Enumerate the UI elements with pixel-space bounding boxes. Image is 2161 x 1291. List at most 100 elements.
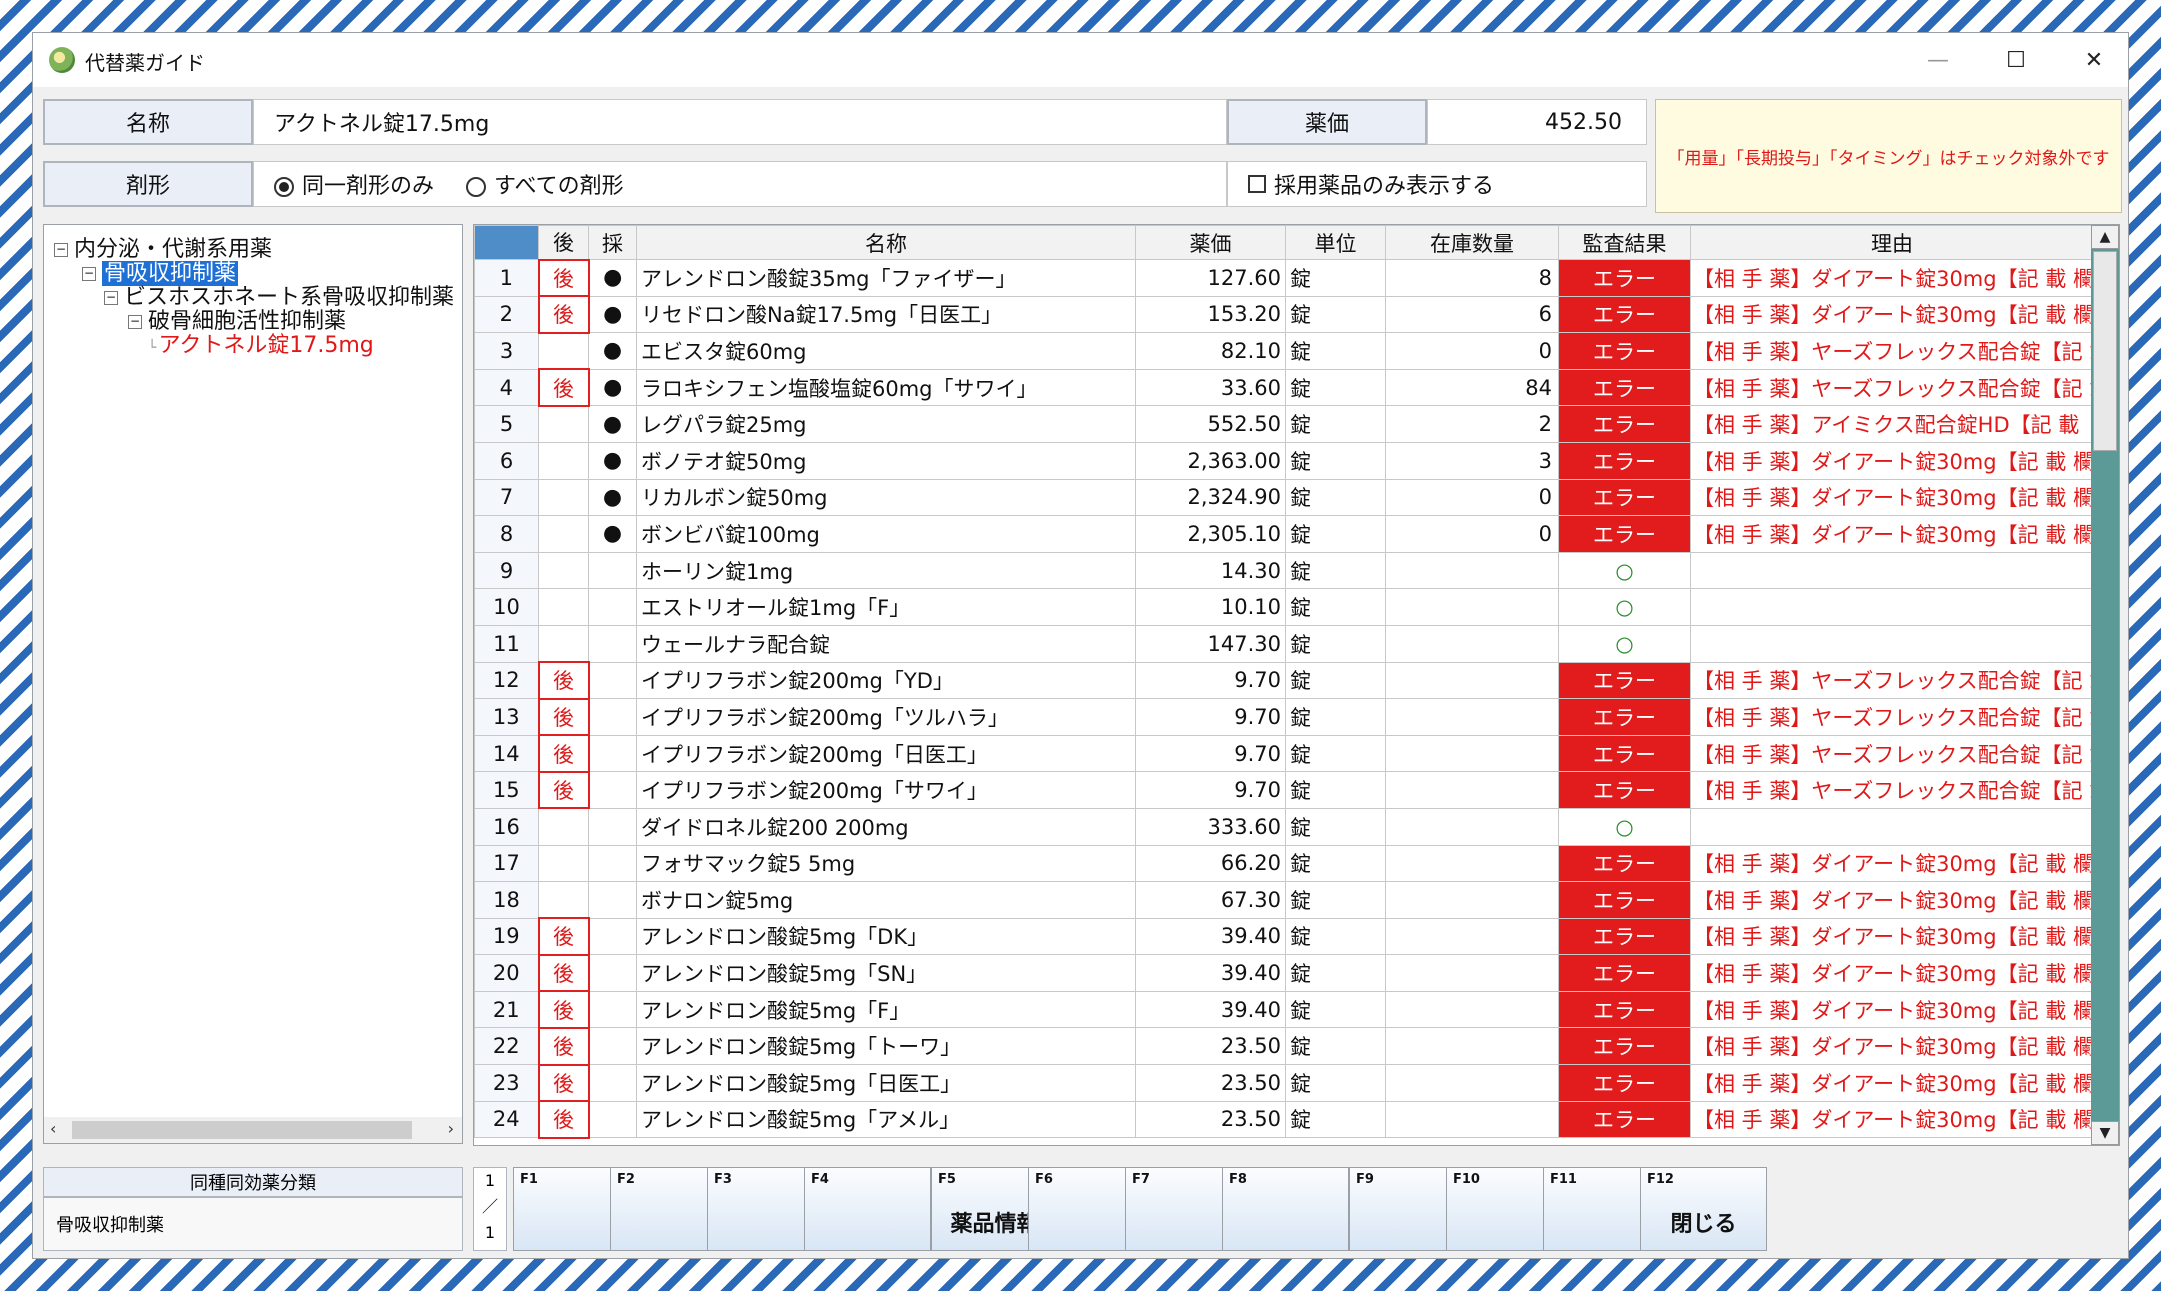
function-key-code: F4 <box>811 1172 829 1187</box>
audit-result: エラー <box>1558 661 1691 700</box>
scroll-left-icon[interactable]: ‹ <box>50 1119 56 1138</box>
tree-node[interactable]: └アクトネル錠17.5mg <box>148 327 374 359</box>
audit-reason: 【相 手 薬】ダイアート錠30mg【記 載 欄】 <box>1690 1064 2094 1102</box>
collapse-icon[interactable]: − <box>54 243 68 257</box>
table-row[interactable]: 11 ウェールナラ配合錠 147.30 錠 ○ <box>474 624 2094 663</box>
row-number: 11 <box>474 624 539 663</box>
function-key-f12[interactable]: F12 閉じる <box>1640 1167 1767 1251</box>
collapse-icon[interactable]: − <box>82 267 96 281</box>
column-header[interactable]: 採 <box>588 225 637 260</box>
checkbox-label: 採用薬品のみ表示する <box>1274 174 1495 199</box>
adopted-mark: ● <box>588 295 637 334</box>
audit-reason: 【相 手 薬】アイミクス配合錠HD【記 載 <box>1690 405 2094 443</box>
table-row[interactable]: 4 後 ● ラロキシフェン塩酸塩錠60mg「サワイ」 33.60 錠 84 エラー 【相 手 薬… <box>474 368 2094 407</box>
drug-unit: 錠 <box>1285 624 1386 663</box>
scroll-down-icon[interactable]: ▼ <box>2091 1121 2119 1145</box>
adopted-mark <box>588 807 637 846</box>
table-row[interactable]: 20 後 アレンドロン酸錠5mg「SN」 39.40 錠 エラー 【相 手 薬】ダイアート錠… <box>474 953 2094 993</box>
collapse-icon[interactable]: − <box>128 315 142 329</box>
scroll-up-icon[interactable]: ▲ <box>2091 225 2119 249</box>
drug-name: アレンドロン酸錠5mg「SN」 <box>636 954 1136 992</box>
row-number: 5 <box>474 405 539 443</box>
category-value: 骨吸収抑制薬 <box>43 1197 463 1251</box>
table-row[interactable]: 19 後 アレンドロン酸錠5mg「DK」 39.40 錠 エラー 【相 手 薬】ダイアート錠… <box>474 917 2094 956</box>
generic-mark <box>538 405 589 443</box>
table-row[interactable]: 13 後 イプリフラボン錠200mg「ツルハラ」 9.70 錠 エラー 【相 手 薬】ヤーズ… <box>474 697 2094 737</box>
adopted-mark <box>588 844 637 883</box>
drug-price: 39.40 <box>1135 917 1286 956</box>
drug-name: イプリフラボン錠200mg「YD」 <box>636 661 1136 700</box>
category-tree: − 内分泌・代謝系用薬 − 骨吸収抑制薬 − ビスホスホネート系骨吸収抑制薬 − 破骨細胞活性… <box>43 224 463 1144</box>
column-header[interactable]: 単位 <box>1285 225 1386 260</box>
collapse-icon[interactable]: − <box>104 291 118 305</box>
table-row[interactable]: 3 ● エビスタ錠60mg 82.10 錠 0 エラー 【相 手 薬】ヤーズフレックス配合錠【… <box>474 332 2094 370</box>
table-row[interactable]: 15 後 イプリフラボン錠200mg「サワイ」 9.70 錠 エラー 【相 手 薬】ヤーズフ… <box>474 770 2094 810</box>
table-row[interactable]: 16 ダイドロネル錠200 200mg 333.60 錠 ○ <box>474 807 2094 846</box>
adopted-mark <box>588 954 637 992</box>
adopted-mark: ● <box>588 441 637 480</box>
column-header[interactable]: 薬価 <box>1135 225 1286 260</box>
function-key-f8[interactable]: F8 <box>1222 1167 1349 1251</box>
adopted-mark: ● <box>588 332 637 370</box>
audit-result: ○ <box>1558 551 1691 590</box>
function-key-code: F5 <box>938 1172 956 1187</box>
notice-message: 「用量」「長期投与」「タイミング」はチェック対象外です <box>1655 99 2122 213</box>
drug-price: 153.20 <box>1135 295 1286 334</box>
radio-all-forms[interactable]: すべての剤形 <box>466 168 624 200</box>
row-number: 4 <box>474 368 539 407</box>
table-row[interactable]: 17 フォサマック錠5 5mg 66.20 錠 エラー 【相 手 薬】ダイアート錠30mg… <box>474 844 2094 883</box>
audit-reason: 【相 手 薬】ダイアート錠30mg【記 載 欄】 <box>1690 881 2094 919</box>
table-row[interactable]: 24 後 アレンドロン酸錠5mg「アメル」 23.50 錠 エラー 【相 手 薬】ダイアート… <box>474 1100 2094 1139</box>
function-key-label: 閉じる <box>1670 1212 1737 1237</box>
close-button[interactable]: ✕ <box>2069 41 2119 79</box>
table-row[interactable]: 18 ボナロン錠5mg 67.30 錠 エラー 【相 手 薬】ダイアート錠30mg【記 載… <box>474 881 2094 919</box>
generic-mark <box>538 881 589 919</box>
scroll-thumb[interactable] <box>72 1121 412 1139</box>
table-row[interactable]: 7 ● リカルボン錠50mg 2,324.90 錠 0 エラー 【相 手 薬】ダイアート錠30… <box>474 478 2094 517</box>
table-row[interactable]: 22 後 アレンドロン酸錠5mg「トーワ」 23.50 錠 エラー 【相 手 薬】ダイアート… <box>474 1026 2094 1066</box>
maximize-button[interactable]: ☐ <box>1991 41 2041 79</box>
audit-reason: 【相 手 薬】ダイアート錠30mg【記 載 欄】 <box>1690 295 2094 334</box>
table-row[interactable]: 23 後 アレンドロン酸錠5mg「日医工」 23.50 錠 エラー 【相 手 薬】ダイアート… <box>474 1063 2094 1103</box>
minimize-button[interactable]: — <box>1913 41 1963 79</box>
generic-mark: 後 <box>537 295 590 334</box>
drug-name: リカルボン錠50mg <box>636 478 1136 517</box>
column-header[interactable]: 後 <box>538 225 589 260</box>
table-row[interactable]: 5 ● レグパラ錠25mg 552.50 錠 2 エラー 【相 手 薬】アイミクス配合錠HD【… <box>474 405 2094 443</box>
table-row[interactable]: 6 ● ボノテオ錠50mg 2,363.00 錠 3 エラー 【相 手 薬】ダイアート錠30m… <box>474 441 2094 480</box>
row-number: 9 <box>474 551 539 590</box>
drug-name: アレンドロン酸錠5mg「F」 <box>636 990 1136 1029</box>
scroll-thumb[interactable] <box>2093 251 2117 451</box>
audit-reason: 【相 手 薬】ヤーズフレックス配合錠【記 載 <box>1690 332 2094 370</box>
audit-reason: 【相 手 薬】ヤーズフレックス配合錠【記 載 <box>1690 661 2094 700</box>
drug-name: アレンドロン酸錠5mg「日医工」 <box>636 1064 1136 1102</box>
table-row[interactable]: 21 後 アレンドロン酸錠5mg「F」 39.40 錠 エラー 【相 手 薬】ダイアート錠3… <box>474 990 2094 1029</box>
tree-horizontal-scrollbar[interactable]: ‹ › <box>44 1117 462 1143</box>
stock-quantity <box>1385 807 1559 846</box>
grid-vertical-scrollbar[interactable]: ▲ ▼ <box>2091 225 2119 1145</box>
table-row[interactable]: 8 ● ボンビバ錠100mg 2,305.10 錠 0 エラー 【相 手 薬】ダイアート錠30… <box>474 515 2094 553</box>
column-header[interactable]: 理由 <box>1690 225 2094 260</box>
row-number: 6 <box>474 441 539 480</box>
radio-same-form[interactable]: 同一剤形のみ <box>274 168 434 200</box>
window-title: 代替薬ガイド <box>85 51 205 75</box>
select-all-corner[interactable] <box>474 225 539 260</box>
column-header[interactable]: 在庫数量 <box>1385 225 1559 260</box>
audit-result: エラー <box>1558 295 1691 334</box>
table-row[interactable]: 9 ホーリン錠1mg 14.30 錠 ○ <box>474 551 2094 590</box>
generic-mark <box>538 478 589 517</box>
app-logo-icon <box>49 47 75 73</box>
function-key-f4[interactable]: F4 <box>804 1167 931 1251</box>
table-row[interactable]: 10 エストリオール錠1mg「F」 10.10 錠 ○ <box>474 588 2094 626</box>
table-row[interactable]: 14 後 イプリフラボン錠200mg「日医工」 9.70 錠 エラー 【相 手 薬】ヤーズフ… <box>474 734 2094 773</box>
audit-reason: 【相 手 薬】ヤーズフレックス配合錠【記 載 <box>1690 698 2094 736</box>
table-row[interactable]: 12 後 イプリフラボン錠200mg「YD」 9.70 錠 エラー 【相 手 薬】ヤーズフレ… <box>474 661 2094 700</box>
scroll-right-icon[interactable]: › <box>448 1119 454 1138</box>
column-header[interactable]: 監査結果 <box>1558 225 1691 260</box>
row-number: 7 <box>474 478 539 517</box>
stock-quantity <box>1385 1064 1559 1102</box>
adopted-only-checkbox[interactable]: 採用薬品のみ表示する <box>1227 161 1647 207</box>
table-row[interactable]: 1 後 ● アレンドロン酸錠35mg「ファイザー」 127.60 錠 8 エラー 【相 手 薬】… <box>474 258 2094 298</box>
column-header[interactable]: 名称 <box>636 225 1136 260</box>
table-row[interactable]: 2 後 ● リセドロン酸Na錠17.5mg「日医工」 153.20 錠 6 エラー 【相 手 薬… <box>474 295 2094 334</box>
